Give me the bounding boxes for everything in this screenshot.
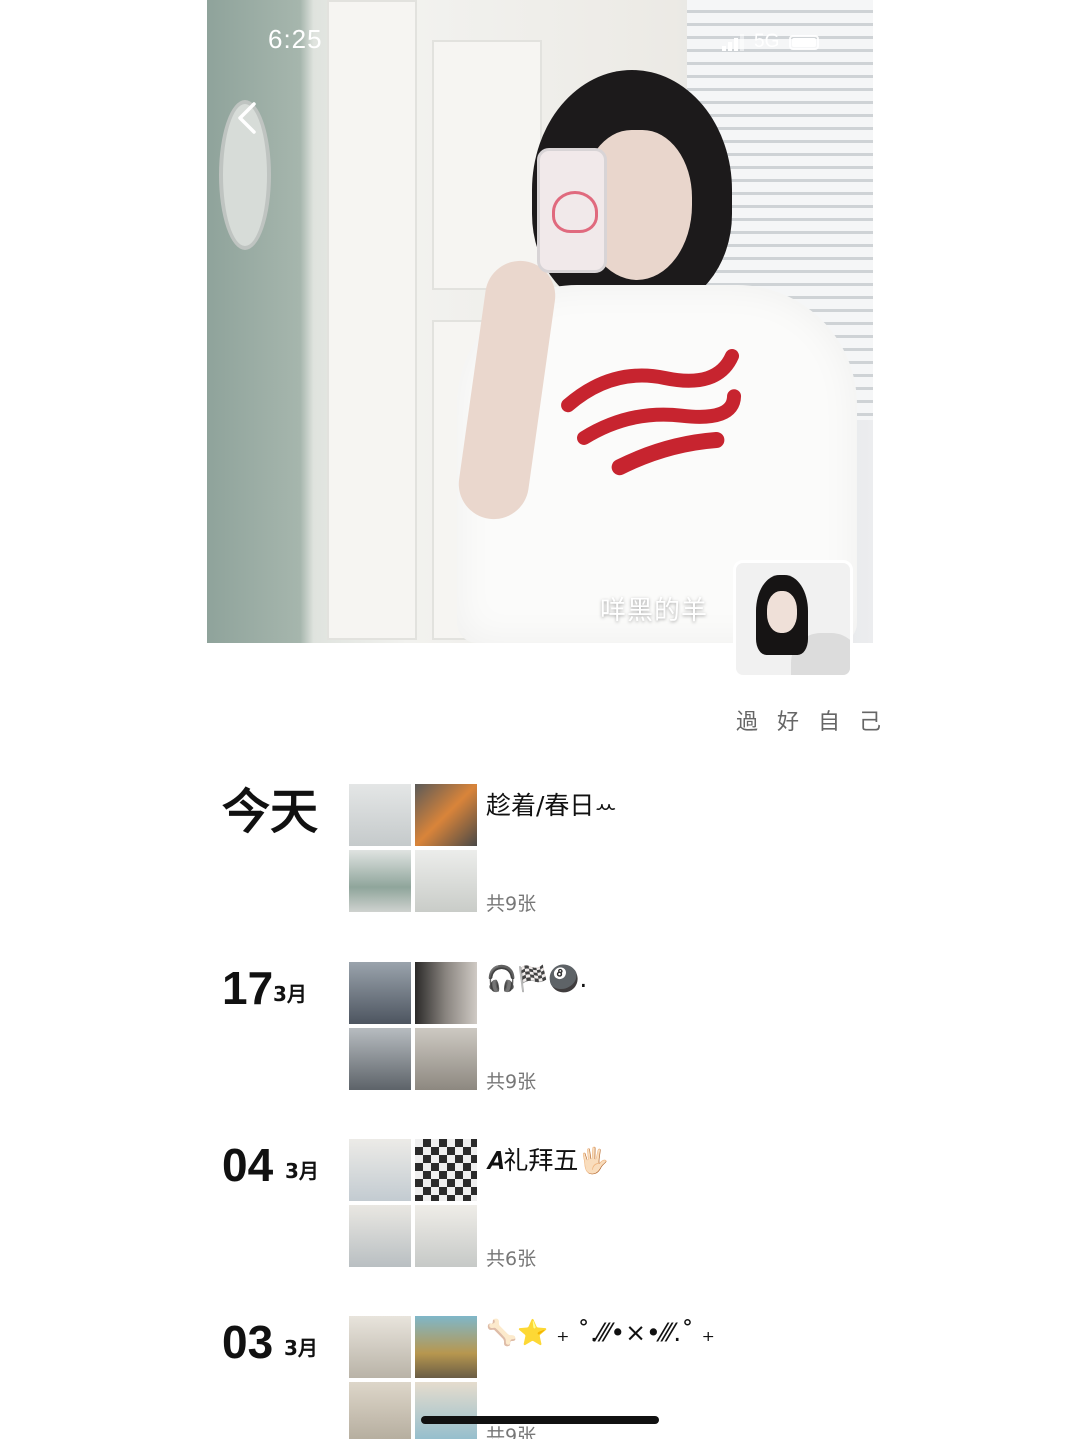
cover-photo[interactable] xyxy=(207,0,873,643)
post-thumbnail[interactable] xyxy=(415,1316,477,1378)
post-caption: 𝑨礼拜五🖐🏻 xyxy=(486,1146,610,1175)
post-thumbnail[interactable] xyxy=(415,962,477,1024)
profile-signature: 過 好 自 己 xyxy=(736,710,887,735)
post-thumbnail[interactable] xyxy=(349,784,411,846)
post-thumbnail-grid[interactable] xyxy=(349,962,477,1090)
post-thumbnail[interactable] xyxy=(349,1028,411,1090)
moment-post[interactable]: 今天 趁着/春日ꕀ 共9张 xyxy=(0,784,1080,919)
post-date-label: 今天 xyxy=(222,784,319,840)
door-panel-decor xyxy=(432,40,542,290)
post-thumbnail[interactable] xyxy=(349,1139,411,1201)
post-thumbnail-grid[interactable] xyxy=(349,1139,477,1267)
phone-in-hand xyxy=(537,148,607,273)
profile-name: 咩黑的羊 xyxy=(600,596,709,626)
network-type: 5G xyxy=(754,31,780,52)
post-thumbnail[interactable] xyxy=(349,1382,411,1439)
post-date-day: 04 xyxy=(222,1139,274,1191)
post-thumbnail[interactable] xyxy=(349,1316,411,1378)
post-thumbnail[interactable] xyxy=(349,1205,411,1267)
door-decor xyxy=(327,0,417,640)
post-photo-count: 共9张 xyxy=(486,1071,537,1093)
post-thumbnail[interactable] xyxy=(415,850,477,912)
post-caption: 趁着/春日ꕀ xyxy=(486,791,618,820)
post-photo-count: 共6张 xyxy=(486,1248,537,1270)
post-caption: 🎧🏁🎱. xyxy=(486,964,588,993)
status-bar-right: 5G xyxy=(722,30,820,54)
post-thumbnail[interactable] xyxy=(415,1205,477,1267)
post-date-month: 3月 xyxy=(285,1159,319,1183)
post-thumbnail-grid[interactable] xyxy=(349,784,477,912)
post-thumbnail[interactable] xyxy=(415,1028,477,1090)
avatar[interactable] xyxy=(733,560,853,678)
post-thumbnail[interactable] xyxy=(349,962,411,1024)
moment-post[interactable]: 04 3月 𝑨礼拜五🖐🏻 共6张 xyxy=(0,1139,1080,1274)
post-photo-count: 共9张 xyxy=(486,893,537,915)
post-caption: 🦴⭐️ ₊ ˚.⁄⁄⁄•×•⁄⁄⁄.˚ ₊ xyxy=(486,1318,715,1347)
signal-icon xyxy=(722,33,744,51)
post-date-month: 3月 xyxy=(273,982,307,1006)
back-arrow-icon[interactable] xyxy=(230,98,266,138)
post-date-day: 03 xyxy=(222,1316,274,1368)
post-thumbnail[interactable] xyxy=(415,1382,477,1439)
home-indicator[interactable] xyxy=(421,1416,659,1424)
post-thumbnail[interactable] xyxy=(349,850,411,912)
post-date-month: 3月 xyxy=(284,1336,318,1360)
status-time: 6:25 xyxy=(268,24,323,54)
post-date-day: 17 xyxy=(222,962,274,1014)
battery-icon xyxy=(789,34,820,50)
moment-post[interactable]: 17 3月 🎧🏁🎱. 共9张 xyxy=(0,962,1080,1097)
post-thumbnail[interactable] xyxy=(415,784,477,846)
post-thumbnail[interactable] xyxy=(415,1139,477,1201)
